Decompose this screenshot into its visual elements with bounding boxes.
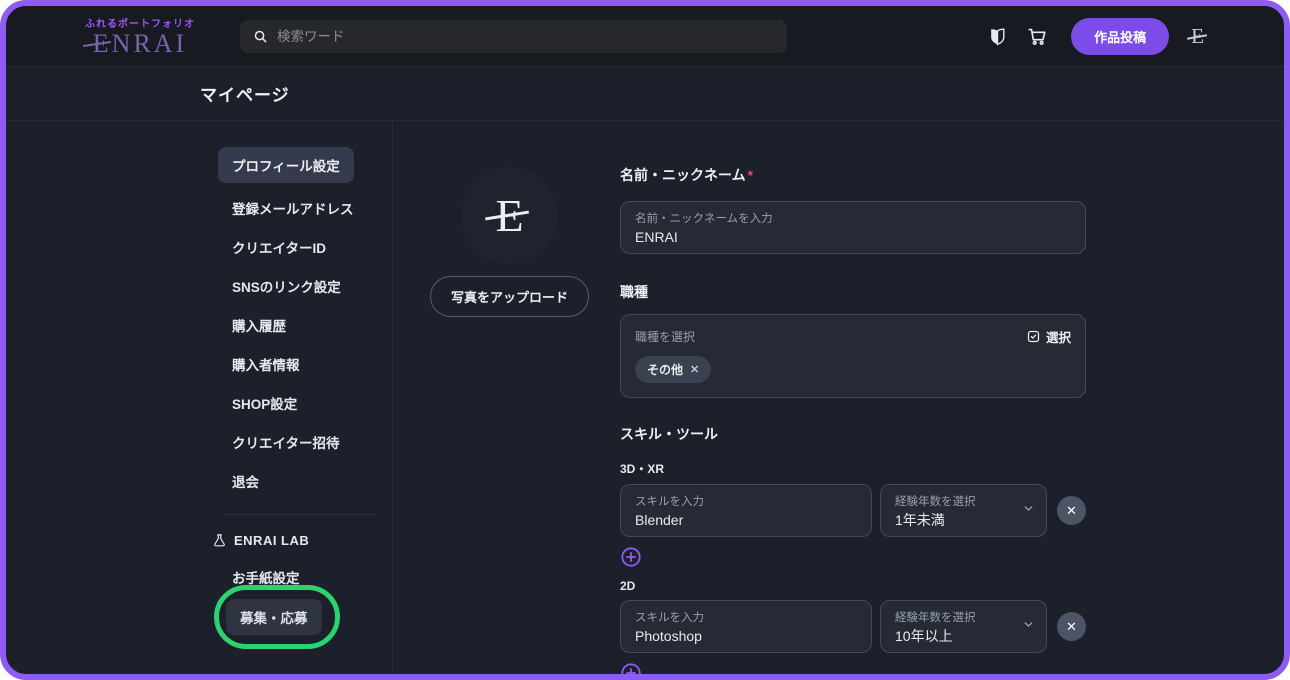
avatar-column: E 写真をアップロード [430,165,590,674]
years-select-3dxr[interactable]: 経験年数を選択 1年未満 [880,484,1047,537]
beginner-mark-icon[interactable] [985,24,1009,48]
skill-input-3dxr[interactable]: スキルを入力 Blender [620,484,872,537]
brand-tagline: ふれるポートフォリオ [85,18,195,30]
occupation-chip-other[interactable]: その他 ✕ [635,356,712,383]
occupation-field-label: 職種 [620,284,648,300]
skill-category-2d: 2D [620,579,636,593]
top-navbar: ふれるポートフォリオ ENRAI 作品投稿 E [6,6,1284,67]
search-icon [252,28,268,44]
brand-logotype: ENRAI [92,28,188,58]
name-input[interactable]: 名前・ニックネームを入力 ENRAI [620,201,1086,254]
cart-icon[interactable] [1025,24,1049,48]
skill-input-value: Photoshop [635,628,702,644]
sidebar-item-withdraw[interactable]: 退会 [232,475,392,491]
years-select-value: 10年以上 [895,628,953,644]
skill-input-value: Blender [635,512,684,528]
skill-input-placeholder: スキルを入力 [635,612,704,624]
topbar-actions: 作品投稿 E [985,17,1204,55]
sidebar-item-creator-id[interactable]: クリエイターID [232,241,392,257]
skill-input-2d[interactable]: スキルを入力 Photoshop [620,600,872,653]
submit-work-button[interactable]: 作品投稿 [1071,17,1170,55]
remove-skill-button[interactable]: ✕ [1057,612,1086,641]
upload-photo-button[interactable]: 写真をアップロード [430,276,590,317]
name-field-label: 名前・ニックネーム * [620,165,1086,185]
sidebar-item-purchaser-info[interactable]: 購入者情報 [232,358,392,374]
skills-heading: スキル・ツール [620,426,718,442]
years-select-2d[interactable]: 経験年数を選択 10年以上 [880,600,1047,653]
add-skill-button-3dxr[interactable] [620,546,642,568]
avatar-glyph: E [495,189,524,241]
content-area: プロフィール設定 登録メールアドレス クリエイターID SNSのリンク設定 購入… [6,121,1284,674]
sidebar-item-purchase-history[interactable]: 購入履歴 [232,319,392,335]
years-select-placeholder: 経験年数を選択 [895,612,976,624]
flask-icon [212,533,227,548]
add-skill-button-2d[interactable] [620,662,642,674]
sidebar-item-enrai-lab[interactable]: ENRAI LAB [212,533,392,548]
sidebar: プロフィール設定 登録メールアドレス クリエイターID SNSのリンク設定 購入… [6,121,393,674]
years-select-placeholder: 経験年数を選択 [895,496,976,508]
skill-row: スキルを入力 Photoshop 経験年数を選択 10年以上 ✕ [620,600,1086,653]
sidebar-item-profile-settings[interactable]: プロフィール設定 [218,147,354,183]
brand-logo[interactable]: ふれるポートフォリオ ENRAI [76,15,204,57]
remove-skill-button[interactable]: ✕ [1057,496,1086,525]
skill-row: スキルを入力 Blender 経験年数を選択 1年未満 ✕ [620,484,1086,537]
page-title: マイページ [200,86,290,105]
chevron-down-icon [1022,502,1035,520]
name-input-placeholder: 名前・ニックネームを入力 [635,213,773,225]
recruit-wrap: 募集・応募 [214,585,340,649]
user-avatar[interactable]: E [1191,25,1204,47]
sidebar-item-label: ENRAI LAB [234,533,310,548]
name-label-text: 名前・ニックネーム [620,167,746,183]
sidebar-item-recruit-apply[interactable]: 募集・応募 [226,599,322,635]
years-select-value: 1年未満 [895,512,945,528]
profile-form: 名前・ニックネーム* 名前・ニックネームを入力 ENRAI 職種 職種を選択 [620,165,1086,674]
name-input-value: ENRAI [635,229,678,245]
skill-input-placeholder: スキルを入力 [635,496,704,508]
sidebar-item-shop-settings[interactable]: SHOP設定 [232,397,392,413]
occupation-select-label: 選択 [1045,331,1071,345]
occupation-select-button[interactable]: 選択 [1026,327,1071,346]
checkbox-check-icon [1026,329,1041,344]
search-input[interactable] [277,28,775,44]
sidebar-item-letter-settings[interactable]: お手紙設定 [232,571,392,587]
occupation-box[interactable]: 職種を選択 選択 その他 ✕ [620,314,1086,398]
skill-category-3dxr: 3D・XR [620,462,665,476]
sidebar-divider [224,514,376,515]
required-mark: * [747,167,754,183]
sidebar-item-creator-invite[interactable]: クリエイター招待 [232,436,392,452]
app-window: ふれるポートフォリオ ENRAI 作品投稿 E [0,0,1290,680]
sidebar-item-sns-links[interactable]: SNSのリンク設定 [232,280,392,296]
occupation-top-row: 職種を選択 選択 [635,327,1071,346]
search-bar[interactable] [240,19,787,53]
close-icon[interactable]: ✕ [690,363,699,376]
page-header: マイページ [6,67,1284,121]
chevron-down-icon [1022,618,1035,636]
chip-label: その他 [647,363,684,377]
occupation-placeholder: 職種を選択 [635,330,696,344]
main-panel: E 写真をアップロード 名前・ニックネーム * 名前・ニックネームを入力 ENRA… [393,121,1284,674]
profile-avatar[interactable]: E [461,167,558,264]
sidebar-item-registered-email[interactable]: 登録メールアドレス [232,202,392,218]
